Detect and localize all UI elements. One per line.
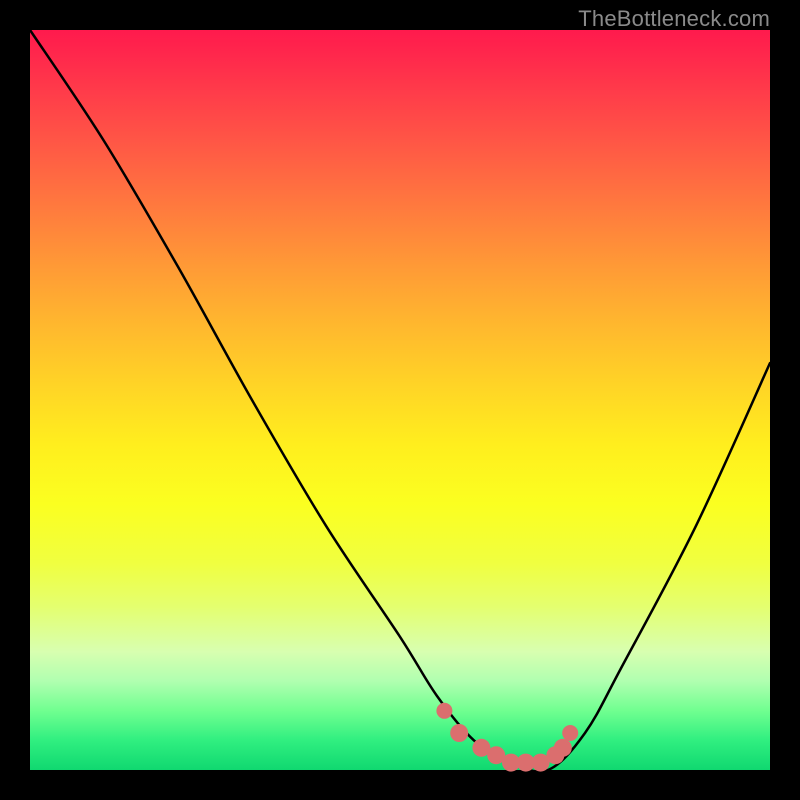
highlight-dots	[436, 703, 578, 772]
curve-svg	[30, 30, 770, 770]
watermark-text: TheBottleneck.com	[578, 6, 770, 32]
highlight-dot	[562, 725, 578, 741]
bottleneck-curve	[30, 30, 770, 772]
plot-area	[30, 30, 770, 770]
highlight-dot	[450, 724, 468, 742]
highlight-dot	[554, 739, 572, 757]
highlight-dot	[436, 703, 452, 719]
chart-frame: TheBottleneck.com	[0, 0, 800, 800]
